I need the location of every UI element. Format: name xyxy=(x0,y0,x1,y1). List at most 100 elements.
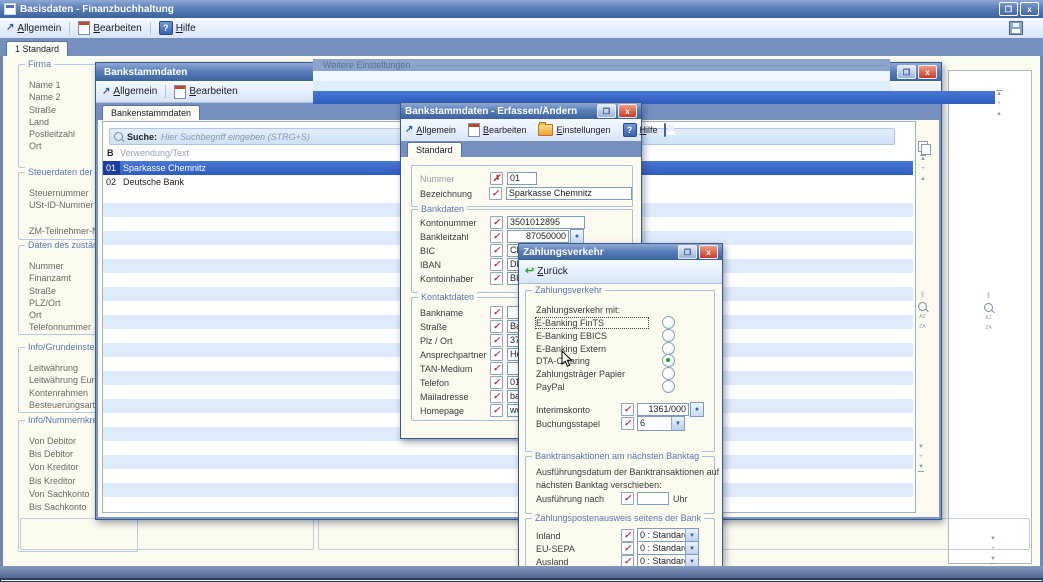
copy-pages-icon[interactable] xyxy=(918,141,928,152)
radio-row[interactable]: E-Banking FinTS xyxy=(536,316,714,329)
edit-restore-button[interactable]: ❐ xyxy=(597,104,616,118)
check-toggle-icon[interactable]: ✓ xyxy=(621,542,634,555)
check-toggle-icon[interactable]: ✓ xyxy=(490,320,503,333)
edit-menu-einstellungen[interactable]: Einstellungen xyxy=(538,124,610,136)
radio-label: PayPal xyxy=(536,382,648,392)
check-toggle-icon[interactable]: ✓ xyxy=(621,403,634,416)
column-header-verwendung[interactable]: Verwendung/Text xyxy=(120,148,189,161)
scroll-down-icon[interactable]: ▼ xyxy=(990,536,996,543)
group-title: Kontaktdaten xyxy=(418,292,477,302)
field-row: Ausführung nach ✓ Uhr xyxy=(536,492,714,505)
check-toggle-icon[interactable]: ✓ xyxy=(490,348,503,361)
scroll-down-icon[interactable]: ▼ xyxy=(918,444,924,451)
check-toggle-icon[interactable]: ✓ xyxy=(489,187,502,200)
payment-titlebar[interactable]: Zahlungsverkehr ❐ x xyxy=(519,244,722,260)
sort-za-icon[interactable]: ZA xyxy=(985,325,991,332)
search-label: Suche: xyxy=(127,132,157,142)
scroll-top-icon[interactable]: ▲ xyxy=(996,90,1002,98)
check-toggle-icon[interactable]: ✓ xyxy=(490,272,503,285)
columns-icon[interactable]: ∥ xyxy=(987,293,990,300)
scroll-bottom-icon[interactable]: ▼ xyxy=(918,464,924,472)
radio-zahlungstraeger-papier[interactable] xyxy=(662,367,675,380)
save-icon[interactable] xyxy=(664,123,666,137)
bezeichnung-field[interactable]: Sparkasse Chemnitz xyxy=(506,187,632,200)
column-header-b[interactable]: B xyxy=(103,148,120,161)
bank-list-tools[interactable]: ∥ AZ ZA xyxy=(918,292,927,331)
check-toggle-icon[interactable]: ✓ xyxy=(490,244,503,257)
info-text: Ausführungsdatum der Banktransaktionen a… xyxy=(536,467,719,477)
radio-row[interactable]: Zahlungsträger Papier xyxy=(536,367,714,380)
edit-titlebar[interactable]: Bankstammdaten - Erfassen/Ändern ❐ x xyxy=(401,103,641,119)
background-list-nav-top[interactable]: ▲ + ▲ xyxy=(996,90,1002,118)
main-menu-hilfe[interactable]: ? Hilfe xyxy=(159,21,196,35)
edit-close-button[interactable]: x xyxy=(618,104,637,118)
check-toggle-icon[interactable]: ✓ xyxy=(490,216,503,229)
edit-menu-allgemein[interactable]: ↗ Allgemein xyxy=(405,125,456,135)
edit-menu-bearbeiten[interactable]: Bearbeiten xyxy=(468,123,527,137)
sort-za-icon[interactable]: ZA xyxy=(919,324,925,331)
check-toggle-icon[interactable]: ✓ xyxy=(490,258,503,271)
cross-toggle-icon[interactable]: ✗ xyxy=(490,172,503,185)
radio-ebanking-fints[interactable] xyxy=(662,316,675,329)
search-icon[interactable] xyxy=(984,303,993,312)
chevron-down-icon[interactable]: ▼ xyxy=(671,417,684,430)
kontonummer-field[interactable]: 3501012895 xyxy=(507,216,585,229)
payment-restore-button[interactable]: ❐ xyxy=(678,245,697,259)
check-toggle-icon[interactable]: ✓ xyxy=(621,492,634,505)
radio-dta-clearing[interactable] xyxy=(662,354,675,367)
bank-restore-button[interactable]: ❐ xyxy=(897,65,916,79)
payment-close-button[interactable]: x xyxy=(699,245,718,259)
lookup-button[interactable]: ● xyxy=(570,229,584,244)
save-icon[interactable] xyxy=(1009,21,1023,35)
radio-row[interactable]: PayPal xyxy=(536,380,714,393)
buchungsstapel-dropdown[interactable]: 6 ▼ xyxy=(637,416,685,431)
edit-menu-hilfe[interactable]: ? Hilfe xyxy=(623,123,658,137)
background-list-tools[interactable]: ∥ AZ ZA xyxy=(984,293,993,332)
columns-icon[interactable]: ∥ xyxy=(921,292,924,299)
bank-list-nav-bottom[interactable]: ▼ + ▼ xyxy=(918,444,924,472)
nummer-field[interactable]: 01 xyxy=(507,172,537,185)
tab-bankenstammdaten[interactable]: Bankenstammdaten xyxy=(102,105,200,120)
lookup-button[interactable]: ● xyxy=(690,402,704,417)
table-row-empty xyxy=(103,483,913,497)
scroll-up-icon[interactable]: ▲ xyxy=(996,111,1002,118)
scroll-up-icon[interactable]: ▲ xyxy=(920,176,926,183)
bank-close-button[interactable]: x xyxy=(918,65,937,79)
radio-paypal[interactable] xyxy=(662,380,675,393)
search-input[interactable]: Hier Suchbegriff eingeben (STRG+S) xyxy=(161,132,310,142)
sort-az-icon[interactable]: AZ xyxy=(919,314,925,321)
check-toggle-icon[interactable]: ✓ xyxy=(490,334,503,347)
check-toggle-icon[interactable]: ✓ xyxy=(490,306,503,319)
bank-list-nav-top[interactable]: ▲ + ▲ xyxy=(918,141,928,183)
check-toggle-icon[interactable]: ✓ xyxy=(621,529,634,542)
scroll-bottom-icon[interactable]: ▼ xyxy=(990,556,996,564)
check-toggle-icon[interactable]: ✓ xyxy=(490,376,503,389)
radio-row[interactable]: E-Banking EBICS xyxy=(536,329,714,342)
main-restore-button[interactable]: ❐ xyxy=(999,2,1018,16)
radio-ebanking-ebics[interactable] xyxy=(662,329,675,342)
check-toggle-icon[interactable]: ✓ xyxy=(490,362,503,375)
tab-standard[interactable]: Standard xyxy=(407,142,462,157)
bank-menu-allgemein[interactable]: ↗ Allgemein xyxy=(102,86,157,97)
add-row-icon[interactable]: + xyxy=(991,546,995,553)
bank-menu-bearbeiten[interactable]: Bearbeiten xyxy=(174,85,237,99)
tab-1-standard[interactable]: 1 Standard xyxy=(6,41,68,56)
add-row-icon[interactable]: + xyxy=(919,454,923,461)
check-toggle-icon[interactable]: ✓ xyxy=(490,230,503,243)
scroll-top-icon[interactable]: ▲ xyxy=(920,155,926,163)
sort-az-icon[interactable]: AZ xyxy=(985,315,991,322)
ausfuehrung-nach-field[interactable] xyxy=(637,492,669,505)
add-row-icon[interactable]: + xyxy=(997,101,1001,108)
add-row-icon[interactable]: + xyxy=(921,166,925,173)
check-toggle-icon[interactable]: ✓ xyxy=(490,390,503,403)
search-icon[interactable] xyxy=(918,302,927,311)
zurueck-button[interactable]: ↩ Zurück xyxy=(525,266,568,277)
check-toggle-icon[interactable]: ✓ xyxy=(490,404,503,417)
main-menu-bearbeiten[interactable]: Bearbeiten xyxy=(78,21,141,35)
main-close-button[interactable]: x xyxy=(1020,2,1039,16)
bankleitzahl-field[interactable]: 87050000 xyxy=(507,230,569,243)
background-list-nav-bottom[interactable]: ▼ + ▼ xyxy=(990,536,996,564)
interimskonto-field[interactable]: 1361/000 xyxy=(637,403,689,416)
main-menu-allgemein[interactable]: ↗ Allgemein xyxy=(6,23,61,34)
check-toggle-icon[interactable]: ✓ xyxy=(621,417,634,430)
